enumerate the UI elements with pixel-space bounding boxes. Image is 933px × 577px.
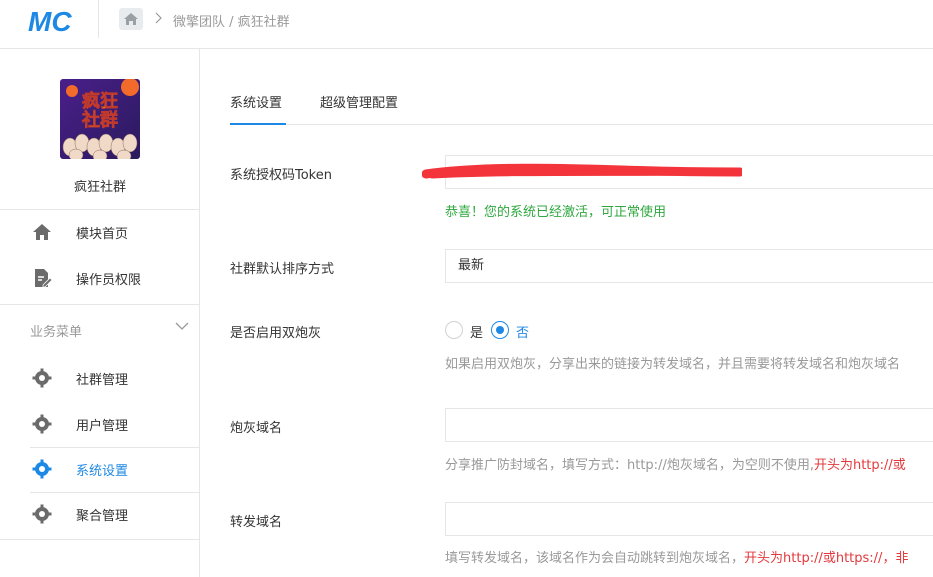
sidebar: 疯狂 社群 疯狂社群 模块首页 操作员权限 业务菜单 社群管理 用户管理 系统设… bbox=[0, 49, 200, 577]
sidebar-item-community-management[interactable]: 社群管理 bbox=[0, 356, 200, 400]
sidebar-item-operator-permissions[interactable]: 操作员权限 bbox=[0, 256, 200, 300]
sidebar-item-module-home[interactable]: 模块首页 bbox=[0, 210, 200, 254]
mc-logo[interactable]: MC bbox=[28, 6, 80, 36]
home-icon bbox=[33, 224, 51, 240]
forward-domain-input[interactable] bbox=[445, 502, 933, 536]
sidebar-item-aggregation-management[interactable]: 聚合管理 bbox=[0, 492, 200, 536]
gear-icon bbox=[32, 459, 52, 479]
chevron-down-icon[interactable] bbox=[175, 321, 189, 331]
sidebar-item-label: 社群管理 bbox=[76, 373, 129, 388]
sort-select[interactable]: 最新 bbox=[445, 249, 933, 283]
dual-cannon-no-radio[interactable] bbox=[491, 321, 509, 339]
svg-text:社群: 社群 bbox=[82, 109, 118, 131]
org-name: 疯狂社群 bbox=[73, 180, 126, 195]
gear-icon bbox=[32, 368, 52, 388]
dual-cannon-yes-label[interactable]: 是 bbox=[470, 322, 483, 341]
dual-cannon-no-label[interactable]: 否 bbox=[516, 322, 529, 341]
sidebar-divider bbox=[0, 539, 200, 540]
sidebar-item-user-management[interactable]: 用户管理 bbox=[0, 402, 200, 446]
svg-text:MC: MC bbox=[28, 6, 72, 36]
sidebar-item-label: 聚合管理 bbox=[76, 509, 129, 524]
breadcrumb: 微擎团队 / 疯狂社群 bbox=[173, 15, 290, 30]
top-header: MC 微擎团队 / 疯狂社群 bbox=[0, 0, 933, 49]
dual-cannon-help: 如果启用双炮灰，分享出来的链接为转发域名，并且需要将转发域名和炮灰域名 bbox=[445, 357, 901, 372]
home-button[interactable] bbox=[119, 8, 143, 30]
document-edit-icon bbox=[35, 269, 52, 288]
cannon-domain-input[interactable] bbox=[445, 408, 933, 442]
home-icon bbox=[124, 13, 138, 25]
gear-icon bbox=[32, 414, 52, 434]
sidebar-divider bbox=[0, 304, 200, 305]
dual-cannon-label: 是否启用双炮灰 bbox=[230, 326, 322, 341]
token-success-message: 恭喜！您的系统已经激活，可正常使用 bbox=[445, 205, 667, 220]
sidebar-item-label: 操作员权限 bbox=[76, 273, 142, 288]
sort-label: 社群默认排序方式 bbox=[230, 262, 335, 277]
header-divider bbox=[98, 0, 99, 38]
sidebar-item-system-settings[interactable]: 系统设置 bbox=[0, 447, 200, 491]
gear-icon bbox=[32, 504, 52, 524]
redaction-scribble bbox=[422, 163, 742, 179]
tab-super-admin-config[interactable]: 超级管理配置 bbox=[320, 92, 410, 125]
svg-text:疯狂: 疯狂 bbox=[82, 90, 118, 112]
token-label: 系统授权码Token bbox=[230, 168, 332, 183]
sidebar-group-title: 业务菜单 bbox=[30, 325, 83, 340]
sidebar-item-label: 用户管理 bbox=[76, 419, 129, 434]
forward-domain-help: 填写转发域名，该域名作为会自动跳转到炮灰域名，开头为http://或https:… bbox=[445, 551, 909, 566]
sidebar-item-label: 模块首页 bbox=[76, 227, 129, 242]
cannon-domain-help: 分享推广防封域名，填写方式：http://炮灰域名，为空则不使用,开头为http… bbox=[445, 458, 906, 473]
org-avatar: 疯狂 社群 bbox=[60, 79, 140, 159]
dual-cannon-yes-radio[interactable] bbox=[445, 321, 463, 339]
sidebar-item-label: 系统设置 bbox=[76, 464, 129, 479]
tab-system-settings[interactable]: 系统设置 bbox=[230, 92, 286, 125]
settings-tabs: 系统设置 超级管理配置 bbox=[230, 92, 933, 125]
forward-domain-label: 转发域名 bbox=[230, 515, 283, 530]
cannon-domain-label: 炮灰域名 bbox=[230, 421, 283, 436]
chevron-right-icon bbox=[155, 12, 162, 24]
